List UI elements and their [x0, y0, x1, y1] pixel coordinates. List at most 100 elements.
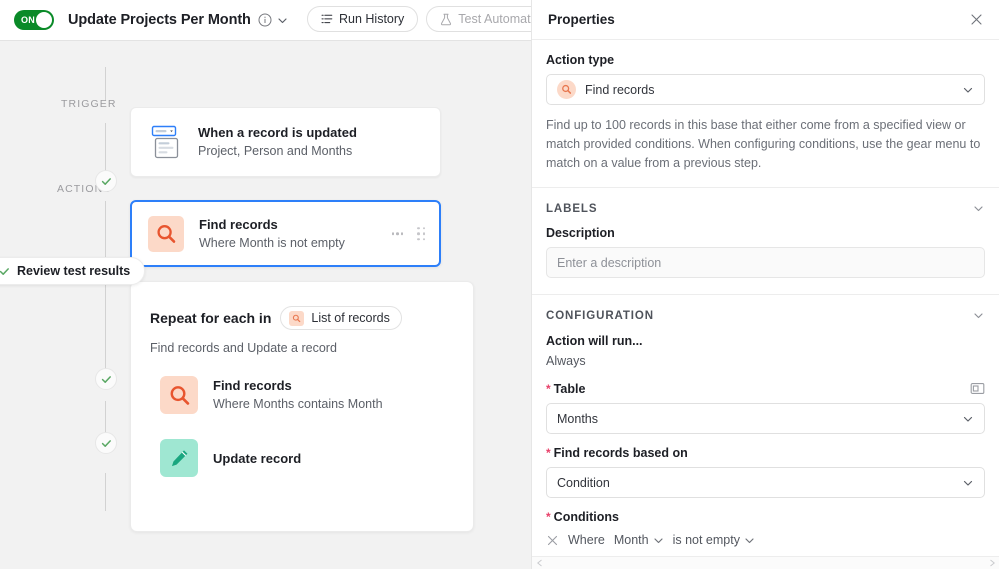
required-marker: *	[546, 510, 551, 524]
magnifier-icon	[289, 310, 305, 326]
action-type-select[interactable]: Find records	[546, 74, 985, 105]
conditions-label: Conditions	[553, 510, 619, 524]
properties-header: Properties	[532, 0, 999, 40]
trigger-section-label: TRIGGER	[61, 98, 117, 110]
find-based-on-group: * Find records based on Condition	[532, 434, 999, 498]
conditions-label-row: * Conditions	[546, 510, 985, 524]
trigger-step-title: When a record is updated	[198, 125, 357, 140]
automation-app: ON Update Projects Per Month Run History…	[0, 0, 999, 569]
close-icon[interactable]	[969, 12, 985, 28]
action-type-label: Action type	[546, 53, 615, 67]
action-type-helper-text: Find up to 100 records in this base that…	[546, 118, 981, 170]
trigger-step-card[interactable]: When a record is updated Project, Person…	[130, 107, 441, 177]
description-input[interactable]	[546, 247, 985, 278]
automation-enabled-toggle[interactable]: ON	[14, 10, 54, 30]
action-run-group: Action will run... Always	[532, 322, 999, 368]
find-records-step-subtitle: Where Month is not empty	[199, 235, 345, 250]
rail-line-3	[105, 201, 106, 379]
condition-where-label: Where	[568, 533, 605, 547]
action-type-section: Action type Find records	[532, 40, 999, 105]
ellipsis-icon[interactable]	[391, 232, 403, 235]
flow-pane: ON Update Projects Per Month Run History…	[0, 0, 531, 569]
action-will-run-label: Action will run...	[546, 334, 643, 348]
title-chevron-down-icon[interactable]	[277, 14, 289, 26]
list-of-records-chip[interactable]: List of records	[280, 306, 402, 330]
triangle-left-icon[interactable]	[536, 559, 544, 567]
flask-icon	[440, 13, 452, 26]
repeat-status-check-2[interactable]	[95, 432, 117, 454]
trigger-status-check[interactable]	[95, 170, 117, 192]
find-based-on-value: Condition	[557, 475, 610, 490]
chevron-down-icon	[962, 413, 974, 425]
find-records-step-title: Find records	[199, 216, 278, 232]
chevron-down-icon	[744, 535, 755, 546]
repeat-group-card[interactable]: Repeat for each in List of records Find …	[130, 281, 474, 532]
rail-line-1	[105, 67, 106, 101]
required-marker: *	[546, 381, 551, 396]
table-label: Table	[553, 381, 586, 396]
repeat-step-title: Update record	[213, 450, 302, 466]
properties-title: Properties	[548, 12, 615, 27]
condition-row: Where Month is not empty	[532, 524, 999, 547]
triangle-right-icon[interactable]	[988, 559, 996, 567]
find-based-on-label: Find records based on	[553, 446, 688, 460]
rail-line-5	[105, 473, 106, 511]
required-marker: *	[546, 446, 551, 460]
review-test-results-pill[interactable]: Review test results	[0, 257, 146, 285]
record-updated-icon	[147, 124, 183, 160]
check-icon	[0, 266, 10, 277]
horizontal-scrollbar[interactable]	[532, 556, 999, 569]
repeat-step-find-records[interactable]: Find records Where Months contains Month	[131, 376, 473, 414]
chevron-down-icon	[962, 477, 974, 489]
magnifier-icon	[160, 376, 198, 414]
chevron-down-icon	[962, 84, 974, 96]
find-based-on-label-row: * Find records based on	[546, 446, 985, 460]
repeat-subtitle: Find records and Update a record	[150, 341, 337, 355]
test-automation-label: Test Automation	[458, 12, 531, 26]
description-field-group: Description	[532, 215, 999, 294]
description-label: Description	[546, 226, 615, 240]
toggle-label: ON	[21, 15, 36, 25]
repeat-step-subtitle: Where Months contains Month	[213, 397, 383, 411]
properties-body: Action type Find records Find up to 100 …	[532, 40, 999, 547]
table-field-group: * Table Months	[532, 368, 999, 434]
run-history-button[interactable]: Run History	[307, 6, 419, 32]
repeat-status-check-1[interactable]	[95, 368, 117, 390]
expand-record-icon[interactable]	[970, 381, 985, 396]
table-select[interactable]: Months	[546, 403, 985, 434]
action-type-value: Find records	[585, 82, 655, 97]
table-label-row: * Table	[546, 381, 985, 396]
configuration-section-header[interactable]: CONFIGURATION	[532, 295, 999, 322]
condition-operator-select[interactable]: is not empty	[673, 533, 755, 547]
repeat-step-update-record[interactable]: Update record	[131, 439, 473, 477]
action-will-run-value: Always	[546, 354, 586, 368]
topbar-actions: Run History Test Automation	[307, 6, 531, 32]
repeat-heading-row: Repeat for each in List of records	[131, 282, 473, 330]
find-based-on-select[interactable]: Condition	[546, 467, 985, 498]
chip-label: List of records	[311, 311, 390, 325]
flow-canvas: TRIGGER ACTIONS Review test results When…	[0, 41, 531, 569]
table-value: Months	[557, 411, 598, 426]
drag-handle-icon[interactable]	[417, 226, 425, 241]
condition-operator-value: is not empty	[672, 533, 740, 547]
info-circle-icon[interactable]	[258, 13, 272, 27]
labels-section-header[interactable]: LABELS	[532, 188, 999, 215]
automation-title: Update Projects Per Month	[68, 12, 251, 28]
magnifier-icon	[557, 80, 576, 99]
run-history-label: Run History	[339, 12, 405, 26]
configuration-section-title: CONFIGURATION	[546, 309, 654, 322]
condition-field-value: Month	[613, 533, 649, 547]
conditions-group: * Conditions	[532, 498, 999, 524]
find-records-step-card[interactable]: Find records Where Month is not empty	[130, 200, 441, 267]
repeat-step-title: Find records	[213, 378, 292, 393]
test-automation-button[interactable]: Test Automation	[426, 6, 531, 32]
close-icon[interactable]	[546, 534, 559, 547]
trigger-step-subtitle: Project, Person and Months	[198, 144, 353, 158]
list-history-icon	[321, 13, 333, 25]
labels-section-title: LABELS	[546, 202, 598, 215]
chevron-down-icon[interactable]	[972, 202, 985, 215]
condition-field-select[interactable]: Month	[614, 533, 664, 547]
chevron-down-icon[interactable]	[972, 309, 985, 322]
magnifier-icon	[148, 215, 184, 252]
review-test-results-label: Review test results	[17, 264, 131, 278]
